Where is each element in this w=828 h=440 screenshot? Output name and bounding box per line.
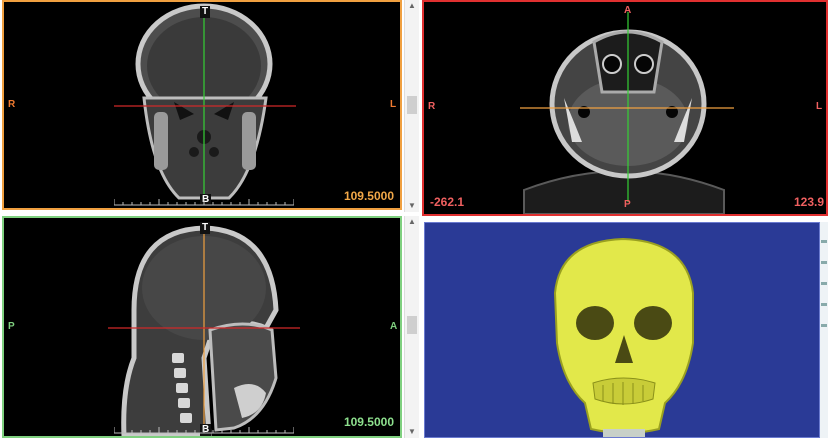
render-3d-view[interactable] — [424, 222, 820, 438]
coordinate-left-value: -262.1 — [430, 195, 465, 209]
slice-position-value: 109.5000 — [343, 415, 394, 429]
skull-3d-model — [553, 237, 694, 437]
sagittal-view[interactable]: T B P A 109.5000 — [2, 216, 402, 438]
orientation-top-marker: A — [624, 5, 632, 16]
scale-ruler — [114, 199, 294, 206]
scroll-thumb[interactable] — [407, 96, 417, 114]
orientation-left-marker: R — [8, 99, 16, 110]
orientation-right-marker: L — [816, 101, 823, 112]
slice-position-value: 109.5000 — [343, 189, 394, 203]
coordinate-right-value: 123.9 — [793, 195, 824, 209]
axial-view[interactable]: A P R L -262.1 123.9 — [422, 0, 828, 216]
orientation-left-marker: P — [8, 321, 15, 332]
sagittal-ct-image — [108, 225, 300, 436]
coronal-scrollbar[interactable]: ▲ ▼ — [404, 0, 419, 212]
orientation-right-marker: L — [390, 99, 397, 110]
orientation-top-marker: T — [200, 6, 211, 18]
coronal-view[interactable]: T B R L 109.5000 — [2, 0, 402, 210]
orientation-top-marker: T — [200, 222, 211, 234]
scroll-down-arrow[interactable]: ▼ — [405, 428, 419, 436]
orientation-bottom-marker: P — [624, 199, 631, 210]
orientation-right-marker: A — [390, 321, 398, 332]
sagittal-scrollbar[interactable]: ▲ ▼ — [404, 216, 419, 438]
orientation-left-marker: R — [428, 101, 436, 112]
coronal-ct-image — [114, 3, 296, 202]
scroll-thumb[interactable] — [407, 316, 417, 334]
scale-ruler — [114, 427, 294, 434]
scroll-down-arrow[interactable]: ▼ — [405, 202, 419, 210]
toolbar-strip — [820, 222, 828, 438]
axial-ct-image — [520, 12, 734, 214]
scroll-up-arrow[interactable]: ▲ — [405, 2, 419, 10]
scroll-up-arrow[interactable]: ▲ — [405, 218, 419, 226]
